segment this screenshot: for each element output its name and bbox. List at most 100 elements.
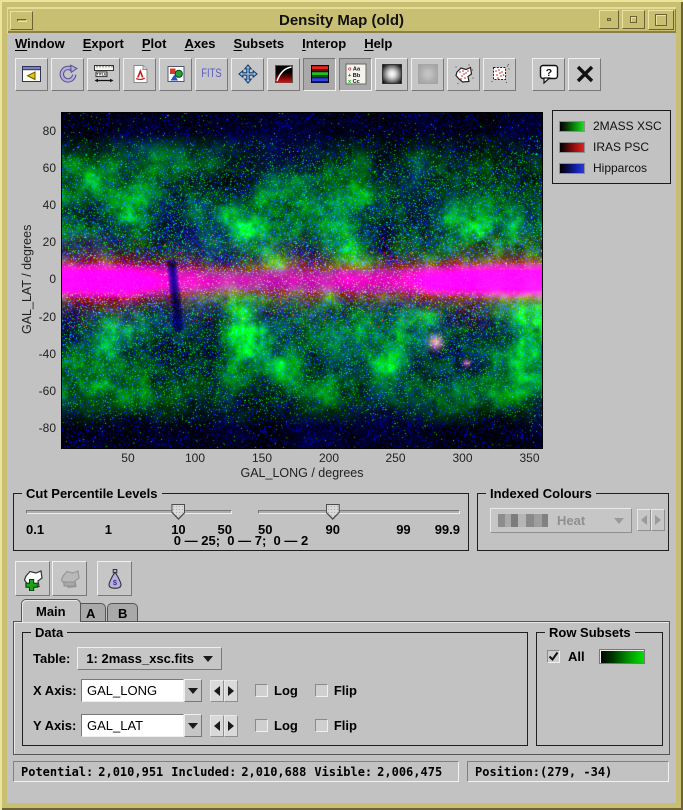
next-colour-map-button xyxy=(651,509,665,531)
shade-icon xyxy=(607,18,611,21)
y-axis-previous-button[interactable] xyxy=(210,715,224,737)
x-axis-dropdown-button[interactable] xyxy=(184,679,202,702)
x-tick: 350 xyxy=(519,451,539,465)
x-log-label: Log xyxy=(274,683,298,698)
y-flip-checkbox-wrap: Flip xyxy=(315,718,357,733)
tab-main[interactable]: Main xyxy=(21,599,81,622)
window-menu-button[interactable] xyxy=(10,11,33,30)
subset-from-visible-button[interactable] xyxy=(447,58,480,91)
x-log-checkbox-wrap: Log xyxy=(255,683,298,698)
y-axis-dropdown-button[interactable] xyxy=(184,714,202,737)
y-flip-checkbox[interactable] xyxy=(315,719,328,732)
tab-b[interactable]: B xyxy=(107,603,138,622)
y-tick: -20 xyxy=(39,310,56,324)
y-tick: 60 xyxy=(43,161,56,175)
x-log-checkbox[interactable] xyxy=(255,684,268,697)
menu-plot[interactable]: Plot xyxy=(142,36,167,51)
smooth-alt-button xyxy=(411,58,444,91)
resize-to-fit-button[interactable] xyxy=(231,58,264,91)
split-window-button[interactable] xyxy=(15,58,48,91)
y-tick: 80 xyxy=(43,124,56,138)
x-axis-next-button[interactable] xyxy=(224,680,238,702)
intensity-scale-button[interactable] xyxy=(267,58,300,91)
export-fits-button[interactable]: FITS xyxy=(195,58,228,91)
x-axis-ticks: 50 100 150 200 250 300 350 xyxy=(61,451,543,465)
minimize-button[interactable] xyxy=(622,10,645,29)
subset-from-region-button[interactable] xyxy=(483,58,516,91)
status-bar: Potential: 2,010,951 Included: 2,010,688… xyxy=(13,761,669,782)
minimize-icon xyxy=(630,16,637,23)
group-title: Indexed Colours xyxy=(486,486,596,501)
x-flip-label: Flip xyxy=(334,683,357,698)
svg-text:xCc: xCc xyxy=(348,79,360,85)
image-icon xyxy=(166,64,186,84)
blur-kernel-icon xyxy=(382,64,402,84)
help-button[interactable]: ? xyxy=(532,58,565,91)
show-legend-button[interactable]: oAa +Bb xCc xyxy=(339,58,372,91)
slider-thumb[interactable] xyxy=(326,504,340,520)
arrow-left-icon xyxy=(214,721,220,731)
subset-buttons-row: $ xyxy=(15,561,132,596)
y-axis-next-button[interactable] xyxy=(224,715,238,737)
axis-titles-button[interactable]: TITLE xyxy=(87,58,120,91)
previous-colour-map-button xyxy=(637,509,651,531)
legend-toggle-icon: oAa +Bb xCc xyxy=(345,63,367,85)
menu-subsets[interactable]: Subsets xyxy=(234,36,285,51)
slider-track[interactable] xyxy=(26,510,232,514)
menu-axes[interactable]: Axes xyxy=(184,36,215,51)
x-flip-checkbox-wrap: Flip xyxy=(315,683,357,698)
arrow-right-icon xyxy=(228,686,234,696)
table-select[interactable]: 1: 2mass_xsc.fits xyxy=(77,647,222,670)
menu-help[interactable]: Help xyxy=(364,36,392,51)
export-image-button[interactable] xyxy=(159,58,192,91)
arrow-left-icon xyxy=(214,686,220,696)
y-tick: 40 xyxy=(43,198,56,212)
density-map[interactable] xyxy=(61,112,543,449)
x-flip-checkbox[interactable] xyxy=(315,684,328,697)
group-title: Cut Percentile Levels xyxy=(22,486,162,501)
blur-kernel-disabled-icon xyxy=(418,64,438,84)
shade-button[interactable] xyxy=(599,10,619,29)
maximize-button[interactable] xyxy=(648,10,674,30)
weight-bag-icon: $ xyxy=(103,567,127,591)
menu-window[interactable]: Window xyxy=(15,36,65,51)
export-pdf-button[interactable] xyxy=(123,58,156,91)
weight-data-button[interactable]: $ xyxy=(97,561,132,596)
smooth-button[interactable] xyxy=(375,58,408,91)
subset-all-checkbox[interactable] xyxy=(547,650,560,663)
x-axis-field-label: X Axis: xyxy=(33,683,79,698)
fits-icon: FITS xyxy=(201,68,221,80)
x-axis-label: GAL_LONG / degrees xyxy=(61,466,543,480)
arrow-left-icon xyxy=(641,515,647,525)
group-title: Row Subsets xyxy=(545,625,635,640)
x-axis-value-field[interactable]: GAL_LONG xyxy=(81,679,184,702)
maximize-icon xyxy=(655,14,667,26)
cut-percentile-group: Cut Percentile Levels 0.1 1 10 50 50 90 … xyxy=(13,493,469,551)
ruler-title-icon: TITLE xyxy=(93,64,115,84)
y-tick: -80 xyxy=(39,421,56,435)
y-log-checkbox[interactable] xyxy=(255,719,268,732)
add-subset-button[interactable] xyxy=(15,561,50,596)
menu-interop[interactable]: Interop xyxy=(302,36,346,51)
slider-track[interactable] xyxy=(258,510,460,514)
x-axis-previous-button[interactable] xyxy=(210,680,224,702)
blob-subset-icon xyxy=(453,63,475,85)
y-tick: 0 xyxy=(49,272,56,286)
chevron-down-icon xyxy=(188,723,198,729)
y-axis-value-field[interactable]: GAL_LAT xyxy=(81,714,184,737)
close-button[interactable] xyxy=(568,58,601,91)
replot-button[interactable] xyxy=(51,58,84,91)
position-value: (279, -34) xyxy=(540,765,612,779)
y-tick: -60 xyxy=(39,384,56,398)
rgb-layers-button[interactable] xyxy=(303,58,336,91)
x-axis-row: X Axis: GAL_LONG xyxy=(33,679,357,702)
menu-export[interactable]: Export xyxy=(83,36,124,51)
svg-text:oAa: oAa xyxy=(348,66,361,72)
subset-colour-button[interactable] xyxy=(599,649,645,664)
position-panel: Position: (279, -34) xyxy=(467,761,669,782)
slider-thumb[interactable] xyxy=(171,504,185,520)
table-label: Table: xyxy=(33,651,70,666)
legend-item: IRAS PSC xyxy=(559,140,664,154)
app-window: Density Map (old) Window Export Plot Axe… xyxy=(0,0,683,810)
check-icon xyxy=(548,651,559,662)
